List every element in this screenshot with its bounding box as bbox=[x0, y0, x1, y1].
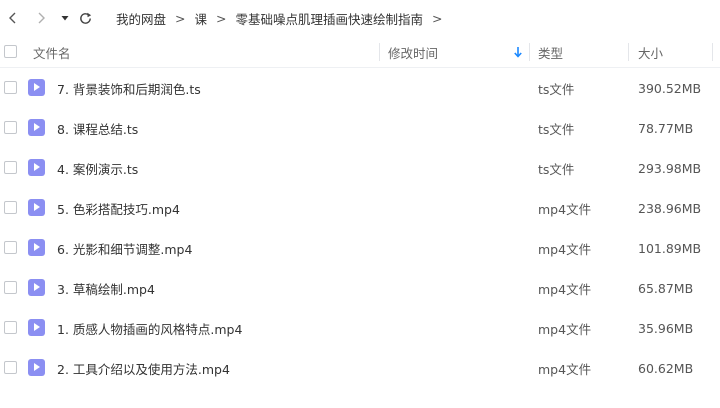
file-type: mp4文件 bbox=[538, 241, 592, 257]
file-name[interactable]: 7. 背景装饰和后期润色.ts bbox=[57, 68, 201, 108]
file-type: mp4文件 bbox=[538, 361, 592, 377]
column-divider[interactable] bbox=[379, 43, 380, 61]
file-type: ts文件 bbox=[538, 161, 575, 177]
file-name[interactable]: 8. 课程总结.ts bbox=[57, 108, 138, 148]
table-row[interactable]: 1. 质感人物插画的风格特点.mp4 mp4文件 35.96MB bbox=[0, 308, 720, 348]
file-size: 35.96MB bbox=[638, 320, 694, 336]
video-file-icon bbox=[28, 79, 45, 96]
column-divider[interactable] bbox=[712, 43, 713, 61]
file-name[interactable]: 5. 色彩搭配技巧.mp4 bbox=[57, 188, 180, 228]
top-navigation-bar: 我的网盘 > 课 > 零基础噪点肌理插画快速绘制指南 > bbox=[0, 0, 720, 36]
breadcrumb-item-current-folder[interactable]: 零基础噪点肌理插画快速绘制指南 bbox=[236, 9, 424, 28]
forward-button[interactable] bbox=[32, 9, 50, 27]
sort-indicator[interactable] bbox=[513, 36, 523, 68]
column-header-size[interactable]: 大小 bbox=[638, 36, 663, 68]
table-row[interactable]: 8. 课程总结.ts ts文件 78.77MB bbox=[0, 108, 720, 148]
table-row[interactable]: 2. 工具介绍以及使用方法.mp4 mp4文件 60.62MB bbox=[0, 348, 720, 388]
row-checkbox[interactable] bbox=[4, 321, 17, 334]
video-file-icon bbox=[28, 159, 45, 176]
row-checkbox[interactable] bbox=[4, 241, 17, 254]
file-size: 293.98MB bbox=[638, 160, 702, 176]
video-file-icon bbox=[28, 319, 45, 336]
row-checkbox[interactable] bbox=[4, 161, 17, 174]
file-size: 65.87MB bbox=[638, 280, 694, 296]
breadcrumb-separator-icon: > bbox=[175, 10, 186, 26]
row-checkbox[interactable] bbox=[4, 121, 17, 134]
file-size: 60.62MB bbox=[638, 360, 694, 376]
file-type: ts文件 bbox=[538, 81, 575, 97]
column-divider[interactable] bbox=[529, 43, 530, 61]
file-size: 78.77MB bbox=[638, 120, 694, 136]
file-name[interactable]: 2. 工具介绍以及使用方法.mp4 bbox=[57, 348, 230, 388]
chevron-right-icon bbox=[38, 12, 45, 24]
breadcrumb-item-my-drive[interactable]: 我的网盘 bbox=[116, 9, 166, 28]
refresh-button[interactable] bbox=[76, 9, 94, 27]
file-name[interactable]: 3. 草稿绘制.mp4 bbox=[57, 268, 155, 308]
table-row[interactable]: 3. 草稿绘制.mp4 mp4文件 65.87MB bbox=[0, 268, 720, 308]
refresh-icon bbox=[79, 12, 91, 24]
column-header-type[interactable]: 类型 bbox=[538, 36, 563, 68]
video-file-icon bbox=[28, 199, 45, 216]
video-file-icon bbox=[28, 239, 45, 256]
breadcrumb: 我的网盘 > 课 > 零基础噪点肌理插画快速绘制指南 > bbox=[116, 9, 452, 27]
breadcrumb-expand-icon[interactable]: > bbox=[432, 11, 442, 26]
column-divider[interactable] bbox=[628, 43, 629, 61]
row-checkbox[interactable] bbox=[4, 201, 17, 214]
table-row[interactable]: 5. 色彩搭配技巧.mp4 mp4文件 238.96MB bbox=[0, 188, 720, 228]
table-row[interactable]: 4. 案例演示.ts ts文件 293.98MB bbox=[0, 148, 720, 188]
file-size: 390.52MB bbox=[638, 80, 702, 96]
file-size: 101.89MB bbox=[638, 240, 702, 256]
column-header-name[interactable]: 文件名 bbox=[33, 36, 71, 68]
arrow-down-icon bbox=[514, 47, 522, 58]
breadcrumb-item-course[interactable]: 课 bbox=[195, 9, 208, 28]
file-size: 238.96MB bbox=[638, 200, 702, 216]
select-all-checkbox[interactable] bbox=[4, 45, 17, 58]
video-file-icon bbox=[28, 279, 45, 296]
chevron-left-icon bbox=[9, 12, 16, 24]
caret-down-icon bbox=[61, 16, 69, 21]
row-checkbox[interactable] bbox=[4, 81, 17, 94]
video-file-icon bbox=[28, 119, 45, 136]
file-type: mp4文件 bbox=[538, 281, 592, 297]
file-type: mp4文件 bbox=[538, 201, 592, 217]
file-type: ts文件 bbox=[538, 121, 575, 137]
table-row[interactable]: 6. 光影和细节调整.mp4 mp4文件 101.89MB bbox=[0, 228, 720, 268]
history-dropdown-button[interactable] bbox=[56, 9, 74, 27]
file-name[interactable]: 4. 案例演示.ts bbox=[57, 148, 138, 188]
back-button[interactable] bbox=[4, 9, 22, 27]
video-file-icon bbox=[28, 359, 45, 376]
file-type: mp4文件 bbox=[538, 321, 592, 337]
row-checkbox[interactable] bbox=[4, 361, 17, 374]
file-list-header: 文件名 修改时间 类型 大小 bbox=[0, 36, 720, 68]
row-checkbox[interactable] bbox=[4, 281, 17, 294]
table-row[interactable]: 7. 背景装饰和后期润色.ts ts文件 390.52MB bbox=[0, 68, 720, 108]
file-name[interactable]: 6. 光影和细节调整.mp4 bbox=[57, 228, 192, 268]
column-header-modified[interactable]: 修改时间 bbox=[388, 36, 438, 68]
breadcrumb-separator-icon: > bbox=[216, 10, 227, 26]
file-name[interactable]: 1. 质感人物插画的风格特点.mp4 bbox=[57, 308, 242, 348]
